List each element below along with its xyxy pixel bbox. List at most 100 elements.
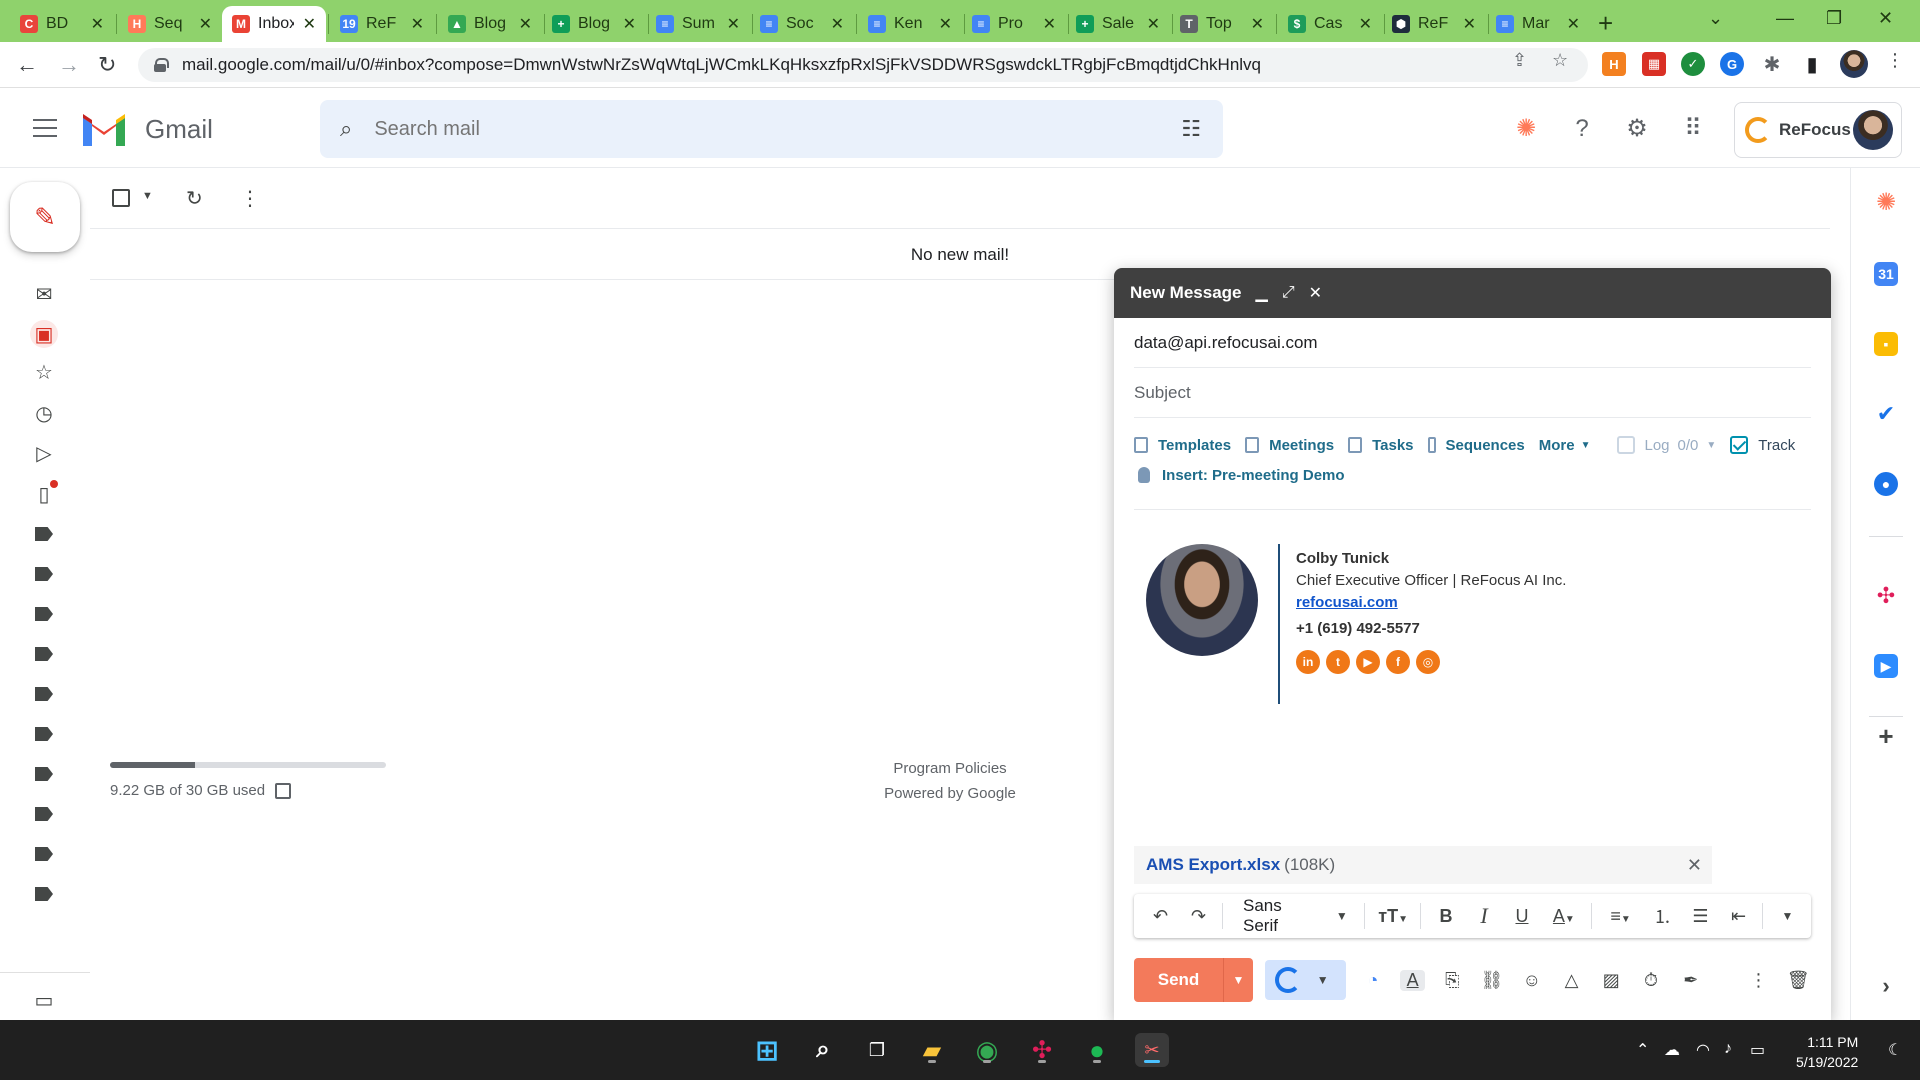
expand-panel-chevron-icon[interactable]: ›	[1874, 973, 1898, 998]
browser-tab[interactable]: ≡ Soc ✕	[750, 6, 854, 42]
google-drive-icon[interactable]: △	[1559, 970, 1585, 991]
close-window-icon[interactable]: ✕	[1878, 8, 1893, 29]
youtube-icon[interactable]: ▶	[1356, 650, 1380, 674]
taskbar-search-icon[interactable]: ⌕	[806, 1033, 840, 1067]
tab-close-icon[interactable]: ✕	[1251, 14, 1264, 34]
search-options-icon[interactable]: ☷	[1181, 116, 1201, 142]
share-icon[interactable]: ⇪	[1512, 50, 1527, 71]
settings-gear-icon[interactable]: ⚙	[1623, 115, 1651, 143]
signature-website-link[interactable]: refocusai.com	[1296, 592, 1566, 614]
tab-close-icon[interactable]: ✕	[519, 14, 532, 34]
compose-header[interactable]: New Message ▁ ⤢ ✕	[1114, 268, 1831, 318]
linkedin-icon[interactable]: in	[1296, 650, 1320, 674]
calendar-addon-icon[interactable]: 31	[1874, 262, 1898, 286]
file-explorer-icon[interactable]: ▰	[915, 1033, 949, 1067]
browser-tab[interactable]: ≡ Mar ✕	[1486, 6, 1590, 42]
meetings-button[interactable]: Meetings	[1245, 437, 1334, 454]
tab-close-icon[interactable]: ✕	[1043, 14, 1056, 34]
bold-icon[interactable]: B	[1431, 906, 1460, 927]
tab-close-icon[interactable]: ✕	[199, 14, 212, 34]
checkmark-extension-icon[interactable]: ✓	[1681, 52, 1705, 76]
search-icon[interactable]: ⌕	[340, 116, 352, 142]
label-icon[interactable]	[30, 600, 58, 628]
attachment-chip[interactable]: AMS Export.xlsx (108K) ✕	[1134, 846, 1712, 884]
task-view-icon[interactable]: ❐	[860, 1033, 894, 1067]
calendar-extension-icon[interactable]: ▦	[1642, 52, 1666, 76]
wifi-icon[interactable]: ◠	[1696, 1040, 1710, 1060]
browser-tab[interactable]: $ Cas ✕	[1278, 6, 1382, 42]
browser-tab[interactable]: ≡ Pro ✕	[962, 6, 1066, 42]
font-size-icon[interactable]: ᴛT▼	[1375, 906, 1412, 927]
windows-start-icon[interactable]: ⊞	[750, 1033, 784, 1067]
tab-close-icon[interactable]: ✕	[939, 14, 952, 34]
inbox-icon[interactable]: ▣	[30, 320, 58, 348]
pie-chart-icon[interactable]: ◔	[1360, 970, 1386, 991]
label-icon[interactable]	[30, 560, 58, 588]
new-tab-button[interactable]: +	[1598, 8, 1613, 39]
browser-tab[interactable]: ≡ Sum ✕	[646, 6, 750, 42]
taskbar-clock[interactable]: 1:11 PM 5/19/2022	[1796, 1032, 1858, 1072]
snoozed-clock-icon[interactable]: ◷	[30, 399, 58, 427]
browser-tab[interactable]: T Top ✕	[1170, 6, 1274, 42]
minimize-window-icon[interactable]: —	[1776, 8, 1794, 29]
redo-icon[interactable]: ↷	[1184, 906, 1213, 927]
account-avatar[interactable]	[1853, 110, 1893, 150]
send-button[interactable]: Send	[1134, 958, 1224, 1002]
log-checkbox[interactable]	[1616, 436, 1635, 454]
tab-close-icon[interactable]: ✕	[1359, 14, 1372, 34]
more-actions-icon[interactable]: ⋮	[240, 186, 260, 211]
slack-addon-icon[interactable]: ✣	[1874, 583, 1898, 608]
log-toggle[interactable]: Log 0/0 ▼	[1616, 436, 1716, 454]
refresh-icon[interactable]: ↻	[186, 186, 203, 211]
account-switcher[interactable]: ReFocus	[1734, 102, 1902, 158]
tray-chevron-icon[interactable]: ⌃	[1636, 1040, 1649, 1060]
bulleted-list-icon[interactable]: ☰	[1686, 906, 1715, 927]
browser-tab[interactable]: + Blog ✕	[542, 6, 646, 42]
hubspot-extension-icon[interactable]: H	[1602, 52, 1626, 76]
hubspot-addon-icon[interactable]: ✺	[1874, 189, 1898, 216]
slack-taskbar-icon[interactable]: ✣	[1025, 1033, 1059, 1067]
track-checkbox[interactable]	[1730, 436, 1749, 454]
text-color-icon[interactable]: A▼	[1546, 906, 1583, 927]
grammarly-button[interactable]: ▼	[1264, 960, 1347, 1000]
grammarly-chevron-icon[interactable]: ▼	[1317, 973, 1329, 987]
browser-tab[interactable]: 19 ReF ✕	[330, 6, 434, 42]
snipping-tool-icon[interactable]: ✂	[1135, 1033, 1169, 1067]
chrome-profile-avatar[interactable]	[1840, 50, 1868, 78]
chrome-taskbar-icon[interactable]: ◉	[970, 1033, 1004, 1067]
tab-close-icon[interactable]: ✕	[727, 14, 740, 34]
formatting-options-icon[interactable]: A	[1399, 969, 1426, 991]
address-bar[interactable]: mail.google.com/mail/u/0/#inbox?compose=…	[138, 48, 1588, 82]
browser-tab[interactable]: C BD ✕	[10, 6, 114, 42]
attach-file-icon[interactable]: ⎘	[1439, 970, 1465, 991]
restore-window-icon[interactable]: ❐	[1826, 8, 1842, 29]
select-dropdown-chevron-icon[interactable]: ▼	[142, 190, 153, 202]
contacts-addon-icon[interactable]: ●	[1874, 472, 1898, 496]
zoom-addon-icon[interactable]: ▶	[1874, 654, 1898, 678]
emoji-icon[interactable]: ☺	[1519, 970, 1545, 991]
open-external-icon[interactable]	[275, 782, 292, 799]
puzzle-extensions-icon[interactable]: ✱	[1760, 52, 1784, 76]
more-formatting-chevron-icon[interactable]: ▼	[1773, 909, 1802, 923]
tab-search-chevron-icon[interactable]: ⌄	[1708, 8, 1723, 29]
more-options-icon[interactable]: ⋮	[1746, 970, 1772, 991]
indent-less-icon[interactable]: ⇤	[1724, 906, 1753, 927]
tab-close-icon[interactable]: ✕	[1463, 14, 1476, 34]
more-dropdown[interactable]: More ▼	[1539, 437, 1591, 454]
signature-pen-icon[interactable]: ✒	[1678, 970, 1704, 991]
templates-button[interactable]: Templates	[1134, 437, 1231, 454]
select-all-checkbox[interactable]	[112, 189, 130, 207]
help-icon[interactable]: ?	[1568, 115, 1596, 143]
tab-close-icon[interactable]: ✕	[91, 14, 104, 34]
italic-icon[interactable]: I	[1469, 903, 1498, 929]
sent-icon[interactable]: ▷	[30, 439, 58, 467]
attachment-name[interactable]: AMS Export.xlsx	[1146, 855, 1280, 875]
browser-tab[interactable]: H Seq ✕	[118, 6, 222, 42]
grammarly-extension-icon[interactable]: G	[1720, 52, 1744, 76]
label-icon[interactable]	[30, 720, 58, 748]
font-family-select[interactable]: Sans Serif ▼	[1243, 896, 1348, 936]
forward-arrow-icon[interactable]: →	[58, 52, 80, 78]
minimize-icon[interactable]: ▁	[1256, 283, 1268, 303]
tab-close-icon[interactable]: ✕	[303, 14, 316, 34]
log-chevron-icon[interactable]: ▼	[1706, 440, 1716, 451]
